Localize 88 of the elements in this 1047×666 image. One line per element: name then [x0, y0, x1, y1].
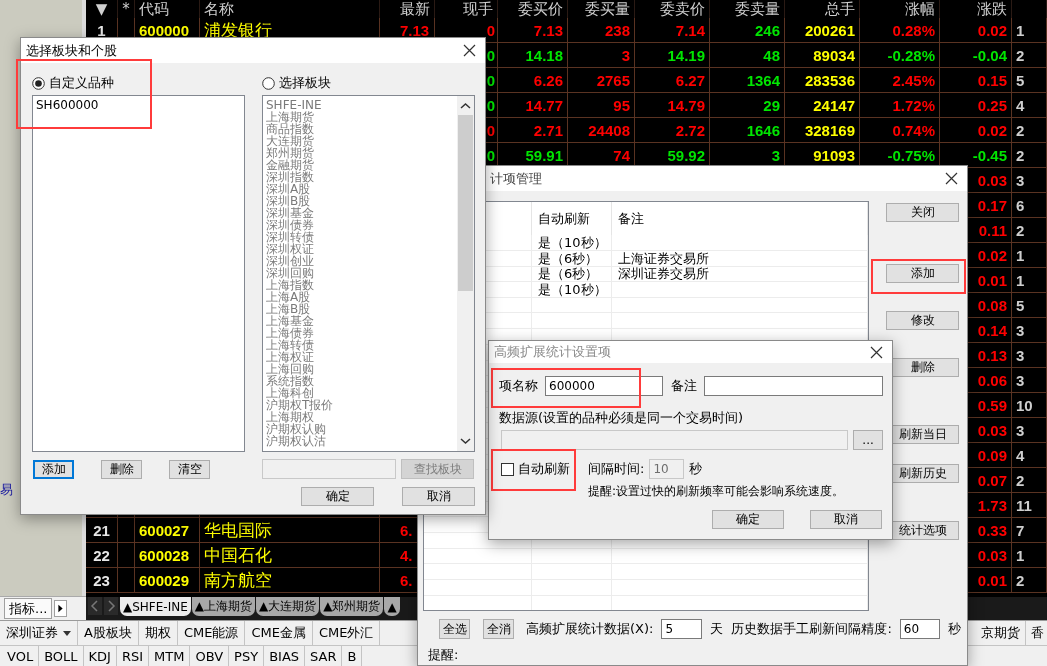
table-cell: 21 — [86, 518, 118, 543]
table-cell: 7 — [1012, 518, 1047, 543]
table-cell: 2765 — [568, 68, 635, 93]
field-label: 数据源(设置的品种必须是同一个交易时间) — [499, 410, 744, 425]
table-cell: 0.28% — [860, 18, 940, 43]
table-cell: 是（10秒） — [532, 282, 612, 299]
table-cell: 3 — [1012, 168, 1047, 193]
table-cell: 48 — [710, 43, 785, 68]
table-cell: 29 — [710, 93, 785, 118]
table-cell: 4 — [1012, 443, 1047, 468]
table-cell: 2.71 — [498, 118, 568, 143]
table-cell: 0.74% — [860, 118, 940, 143]
table-cell: 22 — [86, 543, 118, 568]
table-cell: 7.13 — [498, 18, 568, 43]
table-cell: 南方航空 — [200, 568, 380, 593]
unit-label: 天 — [710, 620, 724, 638]
table-cell: 0.25 — [940, 93, 1012, 118]
table-cell: 3 — [1012, 318, 1047, 343]
field-label: 高频扩展统计数据(X): — [526, 620, 654, 638]
panel-text: 易 — [0, 481, 13, 499]
dialog-title: 选择板块和个股 — [26, 41, 117, 60]
table-cell: 6 — [1012, 193, 1047, 218]
table-cell: 238 — [568, 18, 635, 43]
table-cell: 7.14 — [635, 18, 710, 43]
table-cell: 3 — [1012, 343, 1047, 368]
dialog-title: 高频扩展统计设置项 — [494, 343, 611, 361]
table-cell: 14.79 — [635, 93, 710, 118]
table-cell: 2.45% — [860, 68, 940, 93]
table-cell: 5 — [1012, 68, 1047, 93]
table-cell: 华电国际 — [200, 518, 380, 543]
table-cell: 2 — [1012, 143, 1047, 168]
table-cell: 1646 — [710, 118, 785, 143]
field-label: 间隔时间: — [588, 460, 645, 478]
table-cell: 24147 — [785, 93, 860, 118]
table-cell: 0.15 — [940, 68, 1012, 93]
table-cell: 上海证券交易所 — [612, 250, 868, 267]
table-cell: 0.02 — [940, 118, 1012, 143]
table-cell: 11 — [1012, 493, 1047, 518]
table-cell: 6.27 — [635, 68, 710, 93]
unit-label: 秒 — [947, 620, 961, 638]
table-cell: 3 — [568, 43, 635, 68]
table-cell: 23 — [86, 568, 118, 593]
field-label: 备注 — [671, 377, 698, 395]
table-cell: 24408 — [568, 118, 635, 143]
table-cell: 1 — [1012, 243, 1047, 268]
table-cell: 0.02 — [940, 18, 1012, 43]
table-cell: 283536 — [785, 68, 860, 93]
table-cell: 是（6秒） — [532, 250, 612, 267]
table-cell: 1 — [1012, 18, 1047, 43]
table-cell: 中国石化 — [200, 543, 380, 568]
table-cell: -0.28% — [860, 43, 940, 68]
table-cell: 95 — [568, 93, 635, 118]
table-cell: 2 — [1012, 118, 1047, 143]
table-cell: 是（6秒） — [532, 266, 612, 283]
table-cell: 6.26 — [498, 68, 568, 93]
table-cell: 1 — [1012, 268, 1047, 293]
table-cell: 14.19 — [635, 43, 710, 68]
table-cell: 3 — [1012, 368, 1047, 393]
table-cell: 2 — [1012, 218, 1047, 243]
table-cell: 89034 — [785, 43, 860, 68]
table-cell: 5 — [1012, 293, 1047, 318]
reminder-label: 提醒: — [428, 647, 459, 662]
table-cell: 2 — [1012, 43, 1047, 68]
table-cell: 328169 — [785, 118, 860, 143]
unit-label: 秒 — [689, 460, 703, 478]
table-cell: 1.72% — [860, 93, 940, 118]
table-cell: 600029 — [135, 568, 200, 593]
table-cell: 4 — [1012, 93, 1047, 118]
table-cell: 2 — [1012, 468, 1047, 493]
field-label: 项名称 — [499, 377, 538, 395]
table-cell: 2 — [1012, 568, 1047, 593]
table-cell: 14.18 — [498, 43, 568, 68]
dialog-title: 计项管理 — [489, 169, 542, 188]
table-cell: 深圳证券交易所 — [612, 266, 868, 283]
table-cell: 是（10秒） — [532, 235, 612, 251]
table-cell: -0.04 — [940, 43, 1012, 68]
table-cell: 600027 — [135, 518, 200, 543]
table-cell: 1 — [1012, 543, 1047, 568]
field-label: 历史数据手工刷新间隔精度: — [731, 620, 892, 638]
reminder-text: 提醒:设置过快的刷新频率可能会影响系统速度。 — [588, 484, 845, 498]
table-cell: 2.72 — [635, 118, 710, 143]
table-cell: 200261 — [785, 18, 860, 43]
table-cell: 1364 — [710, 68, 785, 93]
table-cell: 246 — [710, 18, 785, 43]
table-cell: 14.77 — [498, 93, 568, 118]
table-cell: 10 — [1012, 393, 1047, 418]
table-cell: 3 — [1012, 418, 1047, 443]
table-cell: 600028 — [135, 543, 200, 568]
